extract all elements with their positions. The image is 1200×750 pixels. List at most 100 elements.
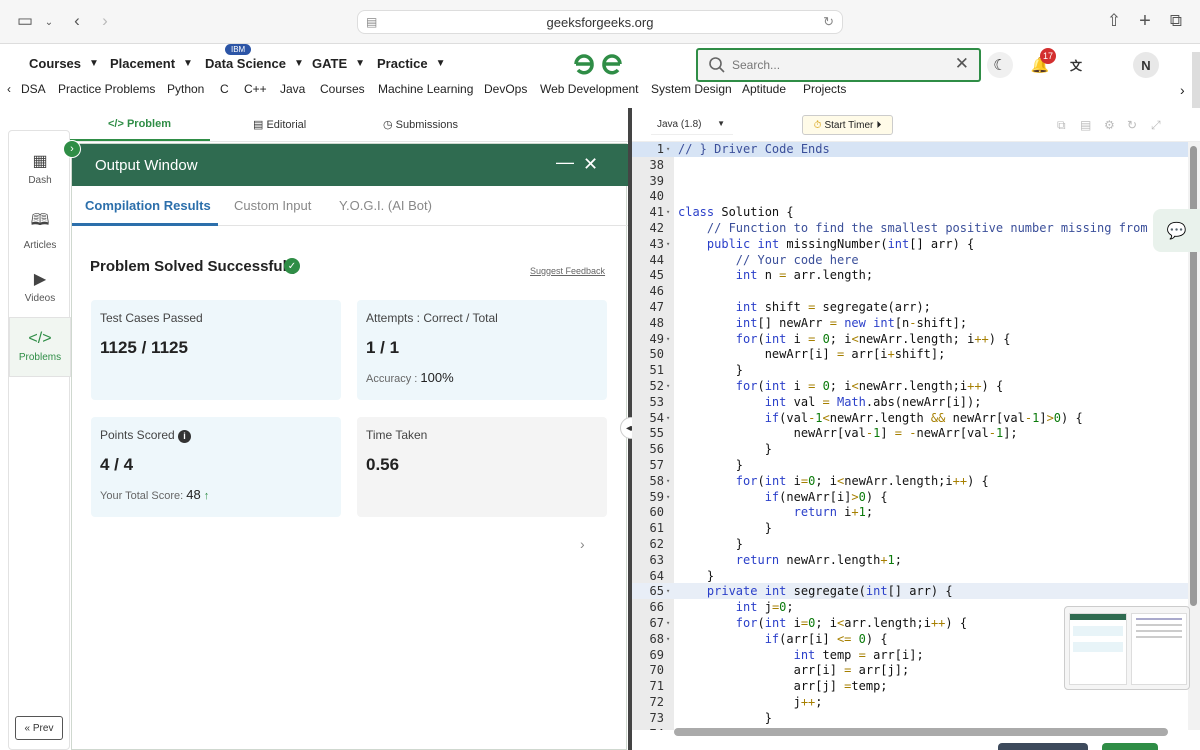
subnav-practice-problems[interactable]: Practice Problems — [58, 82, 155, 96]
subnav-java[interactable]: Java — [280, 82, 305, 96]
start-timer-button[interactable]: ⏱ Start Timer ⏵ — [802, 115, 893, 135]
back-icon[interactable]: ‹ — [66, 10, 88, 32]
code-line[interactable]: 72 j++; — [632, 694, 1188, 710]
dark-mode-icon[interactable]: ☾ — [987, 52, 1013, 78]
close-icon[interactable]: ✕ — [583, 154, 598, 175]
nav-data-science[interactable]: Data Science ▼ — [205, 56, 304, 71]
subnav-right-arrow-icon[interactable]: › — [1180, 82, 1185, 98]
code-line[interactable]: 53 int val = Math.abs(newArr[i]); — [632, 394, 1188, 410]
code-line[interactable]: 39 — [632, 173, 1188, 189]
code-line[interactable]: 52 ▾ for(int i = 0; i<newArr.length;i++) … — [632, 378, 1188, 394]
tab-editorial[interactable]: ▤ Editorial — [253, 118, 306, 131]
address-bar[interactable]: ▤ geeksforgeeks.org ↻ — [357, 10, 843, 34]
reset-icon[interactable]: ↻ — [1127, 118, 1137, 132]
code-line[interactable]: 51 } — [632, 362, 1188, 378]
subnav-projects[interactable]: Projects — [803, 82, 846, 96]
avatar[interactable]: N — [1133, 52, 1159, 78]
subnav-left-arrow-icon[interactable]: ‹ — [7, 82, 11, 96]
code-line[interactable]: 44 // Your code here — [632, 252, 1188, 268]
fold-toggle-icon[interactable]: ▾ — [666, 583, 670, 599]
subnav-web-development[interactable]: Web Development — [540, 82, 639, 96]
code-line[interactable]: 49 ▾ for(int i = 0; i<newArr.length; i++)… — [632, 331, 1188, 347]
code-line[interactable]: 60 return i+1; — [632, 504, 1188, 520]
code-line[interactable]: 46 — [632, 283, 1188, 299]
fold-toggle-icon[interactable]: ▾ — [666, 378, 670, 394]
subnav-cpp[interactable]: C++ — [244, 82, 267, 96]
editor-horizontal-scrollbar[interactable] — [674, 728, 1168, 736]
subnav-c[interactable]: C — [220, 82, 229, 96]
forward-icon[interactable]: › — [94, 10, 116, 32]
subnav-python[interactable]: Python — [167, 82, 204, 96]
search-box[interactable]: Search... ✕ — [696, 48, 981, 82]
sidebar-item-problems[interactable]: </> Problems — [9, 317, 71, 377]
settings-icon[interactable]: ⚙ — [1104, 118, 1115, 132]
prev-button[interactable]: « Prev — [15, 716, 63, 740]
collapse-panel-icon[interactable]: › — [63, 140, 81, 158]
subnav-machine-learning[interactable]: Machine Learning — [378, 82, 473, 96]
code-line[interactable]: 73 } — [632, 710, 1188, 726]
code-line[interactable]: 58 ▾ for(int i=0; i<newArr.length;i++) { — [632, 473, 1188, 489]
fullscreen-icon[interactable]: ⤢ — [1151, 118, 1161, 133]
reload-icon[interactable]: ↻ — [823, 14, 834, 30]
code-line[interactable]: 45 int n = arr.length; — [632, 267, 1188, 283]
code-line[interactable]: 50 newArr[i] = arr[i+shift]; — [632, 346, 1188, 362]
nav-gate[interactable]: GATE ▼ — [312, 56, 365, 71]
fold-toggle-icon[interactable]: ▾ — [666, 615, 670, 631]
code-line[interactable]: 38 — [632, 157, 1188, 173]
fold-toggle-icon[interactable]: ▾ — [666, 473, 670, 489]
clear-search-icon[interactable]: ✕ — [955, 54, 969, 74]
screenshot-thumbnail[interactable] — [1064, 606, 1190, 690]
code-line[interactable]: 61 } — [632, 520, 1188, 536]
fold-toggle-icon[interactable]: ▾ — [666, 331, 670, 347]
code-line[interactable]: 42 // Function to find the smallest posi… — [632, 220, 1188, 236]
code-line[interactable]: 1 ▾ // } Driver Code Ends — [632, 142, 1188, 157]
subnav-devops[interactable]: DevOps — [484, 82, 527, 96]
subnav-courses[interactable]: Courses — [320, 82, 365, 96]
tabs-overview-icon[interactable]: ⧉ — [1165, 10, 1187, 32]
code-line[interactable]: 54 ▾ if(val-1<newArr.length && newArr[val… — [632, 410, 1188, 426]
share-icon[interactable]: ⇧ — [1103, 10, 1125, 32]
code-line[interactable]: 56 } — [632, 441, 1188, 457]
minimize-icon[interactable]: — — [556, 152, 574, 173]
info-icon[interactable]: i — [178, 430, 192, 443]
fold-toggle-icon[interactable]: ▾ — [666, 142, 670, 157]
chevron-down-icon[interactable]: ⌄ — [38, 11, 60, 33]
tab-problem[interactable]: </> Problem — [108, 118, 171, 130]
fold-toggle-icon[interactable]: ▾ — [666, 410, 670, 426]
sidebar-item-videos[interactable]: ▶ Videos — [9, 269, 71, 304]
nav-courses[interactable]: Courses ▼ — [29, 56, 99, 71]
chat-icon[interactable]: 💬 — [1153, 209, 1200, 252]
new-tab-icon[interactable]: + — [1134, 10, 1156, 32]
fold-toggle-icon[interactable]: ▾ — [666, 489, 670, 505]
fold-toggle-icon[interactable]: ▾ — [666, 204, 670, 220]
language-select[interactable]: Java (1.8) ▼ — [651, 115, 733, 135]
code-line[interactable]: 41 ▾ class Solution { — [632, 204, 1188, 220]
paste-icon[interactable]: ▤ — [1080, 118, 1091, 132]
nav-practice[interactable]: Practice ▼ — [377, 56, 446, 71]
translate-icon[interactable]: 文 — [1063, 52, 1089, 78]
chevron-right-icon[interactable]: › — [580, 536, 585, 552]
sidebar-item-dash[interactable]: ▦ Dash — [9, 151, 71, 186]
tab-compilation-results[interactable]: Compilation Results — [85, 198, 211, 213]
code-line[interactable]: 59 ▾ if(newArr[i]>0) { — [632, 489, 1188, 505]
compile-run-button[interactable] — [998, 743, 1088, 750]
code-line[interactable]: 63 return newArr.length+1; — [632, 552, 1188, 568]
subnav-dsa[interactable]: DSA — [21, 82, 46, 96]
fold-toggle-icon[interactable]: ▾ — [666, 631, 670, 647]
tab-submissions[interactable]: ◷ Submissions — [383, 118, 458, 131]
code-line[interactable]: 57 } — [632, 457, 1188, 473]
tab-custom-input[interactable]: Custom Input — [234, 198, 311, 213]
tab-yogi-ai-bot[interactable]: Y.O.G.I. (AI Bot) — [339, 198, 432, 213]
code-line[interactable]: 55 newArr[val-1] = -newArr[val-1]; — [632, 425, 1188, 441]
submit-button[interactable] — [1102, 743, 1158, 750]
sidebar-toggle-icon[interactable]: ▭ — [14, 10, 36, 32]
copy-icon[interactable]: ⧉ — [1057, 118, 1066, 133]
code-line[interactable]: 65 ▾ private int segregate(int[] arr) { — [632, 583, 1188, 600]
sidebar-item-articles[interactable]: 🕮 Articles — [9, 209, 71, 251]
suggest-feedback-link[interactable]: Suggest Feedback — [530, 266, 605, 276]
nav-placement[interactable]: Placement ▼ — [110, 56, 193, 71]
code-line[interactable]: 64 } — [632, 568, 1188, 584]
subnav-aptitude[interactable]: Aptitude — [742, 82, 786, 96]
code-line[interactable]: 47 int shift = segregate(arr); — [632, 299, 1188, 315]
code-line[interactable]: 62 } — [632, 536, 1188, 552]
